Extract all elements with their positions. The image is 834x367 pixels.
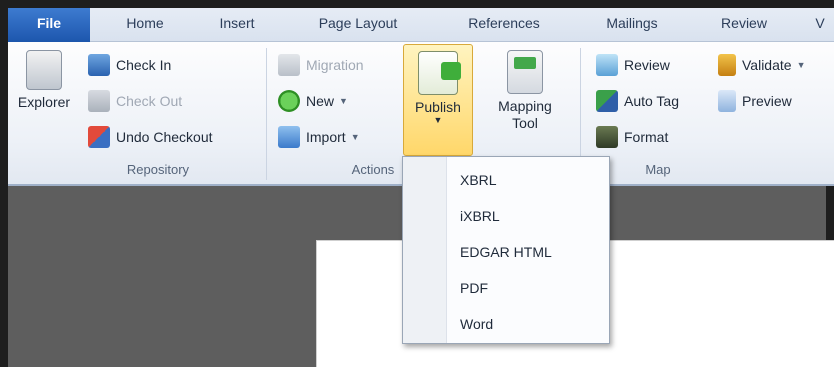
migration-icon: [278, 54, 300, 76]
check-in-icon: [88, 54, 110, 76]
tab-page-layout[interactable]: Page Layout: [298, 8, 418, 42]
review-label: Review: [624, 57, 670, 73]
import-icon: [278, 126, 300, 148]
publish-label: Publish: [415, 99, 461, 115]
tab-mailings[interactable]: Mailings: [586, 8, 678, 42]
tab-view-partial[interactable]: V: [806, 8, 834, 42]
migration-button[interactable]: Migration: [278, 52, 364, 78]
mapping-tool-label-line1: Mapping: [498, 98, 552, 114]
mapping-tool-label-line2: Tool: [512, 115, 538, 131]
new-label: New: [306, 93, 335, 109]
group-label-map: Map: [645, 162, 671, 177]
undo-checkout-button[interactable]: Undo Checkout: [88, 124, 213, 150]
publish-menu-item-ixbrl[interactable]: iXBRL: [448, 199, 609, 233]
new-button[interactable]: New ▼: [278, 88, 348, 114]
migration-label: Migration: [306, 57, 364, 73]
tab-references[interactable]: References: [444, 8, 564, 42]
auto-tag-icon: [596, 90, 618, 112]
import-button[interactable]: Import ▼: [278, 124, 360, 150]
menu-gutter: [403, 157, 447, 343]
check-out-icon: [88, 90, 110, 112]
validate-icon: [718, 54, 736, 76]
review-button[interactable]: Review: [596, 52, 670, 78]
explorer-button[interactable]: Explorer: [8, 50, 80, 110]
plus-icon: [278, 90, 300, 112]
tab-file[interactable]: File: [8, 8, 90, 42]
import-dropdown-icon: ▼: [350, 132, 360, 142]
new-dropdown-icon: ▼: [339, 96, 348, 106]
publish-dropdown-icon: ▼: [433, 115, 443, 125]
review-icon: [596, 54, 618, 76]
format-icon: [596, 126, 618, 148]
preview-label: Preview: [742, 93, 792, 109]
undo-checkout-label: Undo Checkout: [116, 129, 213, 145]
validate-label: Validate: [742, 57, 792, 73]
group-label-repository: Repository: [126, 162, 190, 177]
auto-tag-button[interactable]: Auto Tag: [596, 88, 679, 114]
check-out-label: Check Out: [116, 93, 183, 109]
tab-home[interactable]: Home: [106, 8, 184, 42]
preview-icon: [718, 90, 736, 112]
publish-menu-item-word[interactable]: Word: [448, 307, 609, 341]
mapping-tool-icon: [507, 50, 543, 94]
check-out-button[interactable]: Check Out: [88, 88, 182, 114]
validate-dropdown-icon: ▼: [796, 60, 806, 70]
format-label: Format: [624, 129, 669, 145]
mapping-tool-button[interactable]: Mapping Tool: [484, 50, 566, 132]
check-in-label: Check In: [116, 57, 172, 73]
explorer-label: Explorer: [17, 94, 71, 110]
group-separator: [266, 48, 267, 180]
publish-menu-item-xbrl[interactable]: XBRL: [448, 163, 609, 197]
publish-icon: [418, 51, 461, 95]
format-button[interactable]: Format: [596, 124, 668, 150]
publish-menu-item-pdf[interactable]: PDF: [448, 271, 609, 305]
ribbon-tabs: File Home Insert Page Layout References …: [8, 8, 834, 42]
explorer-icon: [26, 50, 62, 90]
publish-menu-item-edgar-html[interactable]: EDGAR HTML: [448, 235, 609, 269]
check-in-button[interactable]: Check In: [88, 52, 171, 78]
validate-button[interactable]: Validate ▼: [718, 52, 805, 78]
import-label: Import: [306, 129, 346, 145]
publish-dropdown-menu: XBRL iXBRL EDGAR HTML PDF Word: [402, 156, 610, 344]
undo-checkout-icon: [88, 126, 110, 148]
tab-insert[interactable]: Insert: [200, 8, 274, 42]
auto-tag-label: Auto Tag: [624, 93, 680, 109]
tab-review[interactable]: Review: [704, 8, 784, 42]
publish-button[interactable]: Publish ▼: [403, 44, 473, 156]
preview-button[interactable]: Preview: [718, 88, 792, 114]
